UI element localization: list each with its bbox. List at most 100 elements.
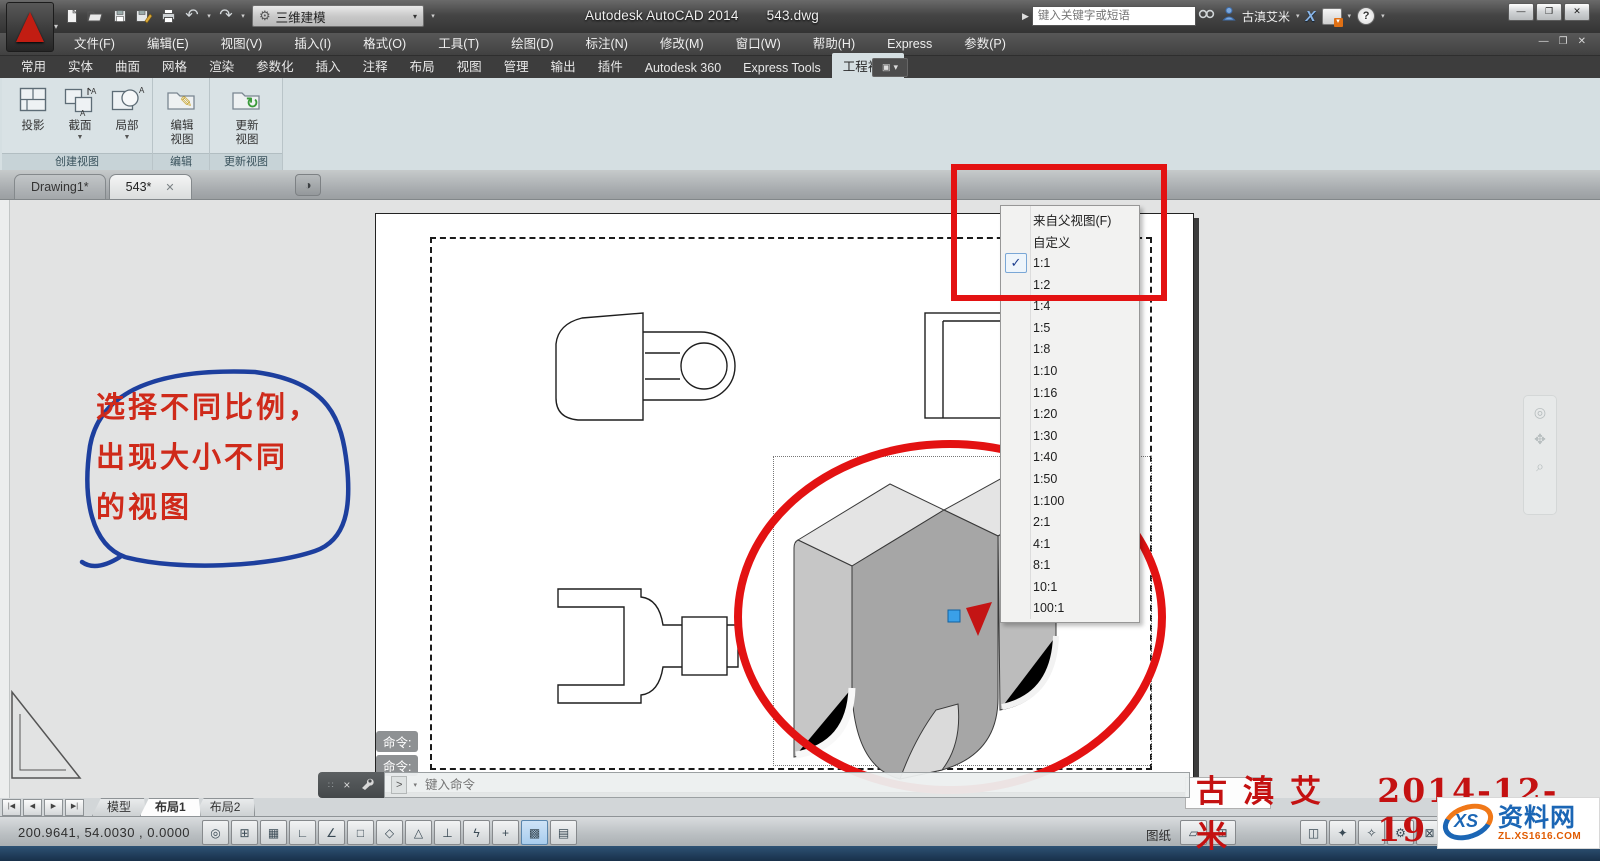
scale-menu-item[interactable]: ✓ 1:50 [1001, 468, 1139, 490]
recent-commands-icon[interactable]: ▾ [413, 781, 417, 789]
chevron-down-icon[interactable]: ▾ [413, 12, 417, 21]
ribbon-tab[interactable]: 布局 [399, 53, 446, 78]
scale-menu-item[interactable]: ✓ 1:30 [1001, 425, 1139, 447]
scale-menu-item[interactable]: ✓ 1:4 [1001, 295, 1139, 317]
plot-icon[interactable] [156, 5, 180, 27]
scale-menu-item[interactable]: ✓ 1:16 [1001, 382, 1139, 404]
ortho-mode-icon[interactable]: ∟ [289, 820, 316, 845]
paper-model-toggle-icon[interactable]: ▱ [1180, 820, 1207, 845]
object-snap-icon[interactable]: □ [347, 820, 374, 845]
chevron-down-icon[interactable]: ▼ [58, 134, 102, 141]
ribbon-tab[interactable]: Autodesk 360 [634, 58, 732, 78]
scale-menu-item[interactable]: ✓ 1:1 [1001, 252, 1139, 274]
file-tab-543[interactable]: 543* ✕ [109, 174, 192, 199]
workspace-switcher[interactable]: ⚙ 三维建模 ▾ [252, 5, 424, 27]
autodesk360-icon[interactable] [1322, 8, 1342, 25]
undo-dropdown-icon[interactable]: ▾ [204, 12, 214, 20]
ribbon-tab[interactable]: 管理 [493, 53, 540, 78]
menu-item[interactable]: 窗口(W) [720, 33, 797, 56]
command-bar-handle[interactable]: ∷ × [318, 772, 384, 798]
new-file-icon[interactable] [60, 5, 84, 27]
a360-menu-icon[interactable]: ▾ [1348, 12, 1352, 20]
lineweight-icon[interactable]: + [492, 820, 519, 845]
scale-menu-item[interactable]: ✓ 8:1 [1001, 555, 1139, 577]
object-snap-tracking-icon[interactable]: △ [405, 820, 432, 845]
scale-menu-item[interactable]: ✓ 1:40 [1001, 447, 1139, 469]
scale-menu-item[interactable]: ✓ 4:1 [1001, 533, 1139, 555]
projection-view-button[interactable]: 投影 [10, 82, 56, 154]
maximize-button[interactable]: ❐ [1536, 3, 1562, 21]
application-menu-button[interactable] [6, 2, 54, 52]
layout-next-button[interactable]: ▶ [44, 799, 63, 816]
menu-item[interactable]: 参数(P) [948, 33, 1022, 56]
horizontal-scrollbar[interactable] [1185, 777, 1271, 809]
open-file-icon[interactable] [84, 5, 108, 27]
workspace-gear-icon[interactable]: ⚙ [1387, 820, 1414, 845]
file-tab-drawing1[interactable]: Drawing1* ✕ [14, 174, 106, 199]
scale-menu-item[interactable]: ✓ 1:10 [1001, 360, 1139, 382]
scale-menu-item[interactable]: ✓ 2:1 [1001, 511, 1139, 533]
save-as-icon[interactable] [132, 5, 156, 27]
search-icon[interactable] [1198, 7, 1216, 26]
ribbon-tab[interactable]: 参数化 [245, 53, 305, 78]
ribbon-tab[interactable]: 插入 [305, 53, 352, 78]
undo-icon[interactable]: ↶ [180, 5, 204, 27]
quick-properties-icon[interactable]: ▤ [550, 820, 577, 845]
scale-menu-item[interactable]: ✓ 自定义 [1001, 231, 1139, 253]
tab-model[interactable]: 模型 [92, 798, 146, 816]
command-bar[interactable]: ∷ × > ▾ [318, 772, 1190, 798]
ribbon-tab[interactable]: 插件 [587, 53, 634, 78]
dynamic-ucs-icon[interactable]: ⊥ [434, 820, 461, 845]
scale-menu-item[interactable]: ✓ 100:1 [1001, 598, 1139, 620]
tab-layout1[interactable]: 布局1 [140, 798, 201, 816]
doc-restore-icon[interactable]: ❐ [1559, 36, 1568, 47]
edit-view-button[interactable]: ✎ 编辑 视图 [159, 82, 205, 154]
grid-display-icon[interactable]: ▦ [260, 820, 287, 845]
application-menu-arrow-icon[interactable]: ▾ [54, 22, 58, 31]
save-icon[interactable] [108, 5, 132, 27]
scale-menu-item[interactable]: ✓ 1:5 [1001, 317, 1139, 339]
dynamic-input-icon[interactable]: ϟ [463, 820, 490, 845]
transparency-icon[interactable]: ▩ [521, 820, 548, 845]
doc-minimize-icon[interactable]: — [1539, 36, 1549, 47]
ribbon-tab[interactable]: 常用 [10, 53, 57, 78]
command-input[interactable] [423, 777, 1183, 793]
ribbon-tab[interactable]: 渲染 [198, 53, 245, 78]
scale-menu-item[interactable]: ✓ 10:1 [1001, 576, 1139, 598]
chevron-down-icon[interactable]: ▼ [105, 134, 149, 141]
3d-object-snap-icon[interactable]: ◇ [376, 820, 403, 845]
close-tab-icon[interactable]: ✕ [165, 181, 174, 194]
ribbon-tab[interactable]: 网格 [151, 53, 198, 78]
ribbon-tab[interactable]: 实体 [57, 53, 104, 78]
user-icon[interactable] [1222, 6, 1236, 26]
detail-view-button[interactable]: A 局部 ▼ [104, 82, 150, 154]
ribbon-tab[interactable]: 曲面 [104, 53, 151, 78]
drawing-canvas[interactable]: 选择不同比例， 出现大小不同 的视图 ◎ ✥ ⌕ 命令: 命令: ✓ 来自父视 [0, 200, 1600, 798]
help-icon[interactable]: ? [1357, 7, 1375, 25]
exchange-x-icon[interactable]: X [1306, 8, 1316, 25]
zoom-icon[interactable]: ⌕ [1536, 458, 1544, 475]
tab-layout2[interactable]: 布局2 [195, 798, 256, 816]
doc-close-icon[interactable]: ✕ [1578, 36, 1586, 47]
redo-dropdown-icon[interactable]: ▾ [238, 12, 248, 20]
ribbon-tab[interactable]: 视图 [446, 53, 493, 78]
ribbon-tab[interactable]: 注释 [352, 53, 399, 78]
annotation-scale-icon[interactable]: ✦ [1329, 820, 1356, 845]
infer-constraints-icon[interactable]: ◎ [202, 820, 229, 845]
search-input[interactable] [1032, 6, 1196, 26]
scale-menu-item[interactable]: ✓ 1:8 [1001, 339, 1139, 361]
redo-icon[interactable]: ↷ [214, 5, 238, 27]
quick-view-layouts-icon[interactable]: ⊞ [1209, 820, 1236, 845]
ribbon-tab[interactable]: 输出 [540, 53, 587, 78]
layout-prev-button[interactable]: ◀ [23, 799, 42, 816]
selection-preview-icon[interactable]: ◫ [1300, 820, 1327, 845]
update-view-button[interactable]: ↻ 更新 视图 [224, 82, 270, 154]
help-menu-icon[interactable]: ▾ [1381, 12, 1385, 20]
command-input-area[interactable]: > ▾ [384, 772, 1190, 798]
layout-last-button[interactable]: ▶| [65, 799, 84, 816]
navigation-bar[interactable]: ◎ ✥ ⌕ [1523, 395, 1557, 515]
pan-icon[interactable]: ✥ [1534, 431, 1546, 448]
minimize-button[interactable]: — [1508, 3, 1534, 21]
ribbon-options-button[interactable]: ▣▾ [872, 58, 908, 77]
ribbon-tab[interactable]: Express Tools [732, 58, 832, 78]
